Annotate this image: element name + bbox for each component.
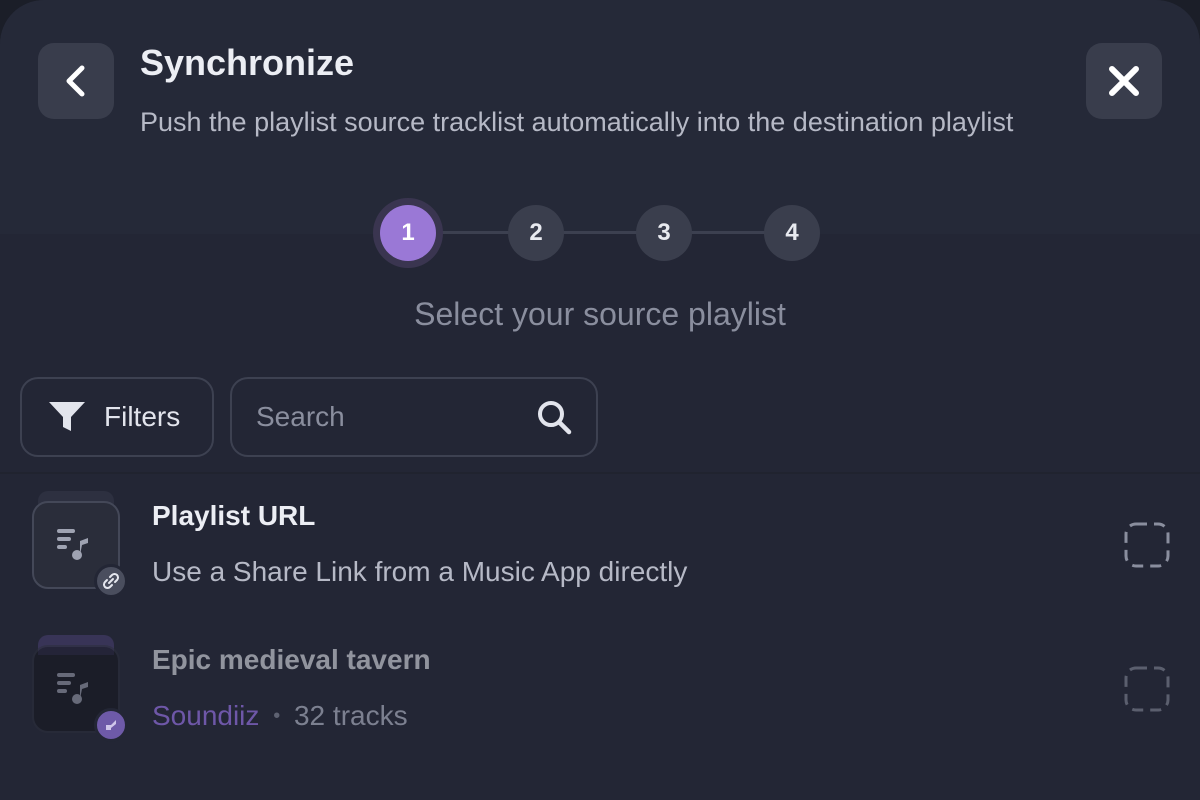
list-item[interactable]: Playlist URL Use a Share Link from a Mus… <box>0 478 1200 618</box>
playlist-subtitle: Use a Share Link from a Music App direct… <box>152 556 688 587</box>
soundiiz-icon <box>94 708 128 742</box>
select-checkbox[interactable] <box>1124 522 1170 568</box>
back-button[interactable] <box>38 43 114 119</box>
filter-icon <box>49 402 85 431</box>
playlist-title: Playlist URL <box>152 500 316 531</box>
chevron-left-icon <box>66 65 85 97</box>
meta-separator: • <box>273 705 281 727</box>
step-4: 4 <box>764 205 820 261</box>
close-button[interactable] <box>1086 43 1162 119</box>
search-box[interactable] <box>230 377 598 457</box>
playlist-music-icon <box>57 673 88 704</box>
playlist-music-icon <box>57 529 88 560</box>
page-subtitle: Push the playlist source tracklist autom… <box>140 107 1014 137</box>
playlist-title: Epic medieval tavern <box>152 644 431 675</box>
playlist-source: Soundiiz <box>152 700 260 731</box>
step-3: 3 <box>636 205 692 261</box>
stepper-line <box>408 231 792 234</box>
select-checkbox[interactable] <box>1124 666 1170 712</box>
list-divider <box>0 472 1200 474</box>
filters-label: Filters <box>104 401 181 432</box>
link-icon <box>94 564 128 598</box>
synchronize-modal: Synchronize Push the playlist source tra… <box>0 0 1200 800</box>
search-input[interactable] <box>256 397 526 437</box>
step-2: 2 <box>508 205 564 261</box>
step-caption: Select your source playlist <box>414 296 786 332</box>
step-1: 1 <box>380 205 436 261</box>
playlist-meta: Soundiiz • 32 tracks <box>152 700 408 732</box>
close-icon <box>1109 66 1139 96</box>
page-title: Synchronize <box>140 42 355 83</box>
track-count: 32 tracks <box>293 700 408 731</box>
filters-button[interactable]: Filters <box>20 377 214 457</box>
search-icon[interactable] <box>536 399 574 437</box>
list-item[interactable]: Epic medieval tavern Soundiiz • 32 track… <box>0 622 1200 762</box>
